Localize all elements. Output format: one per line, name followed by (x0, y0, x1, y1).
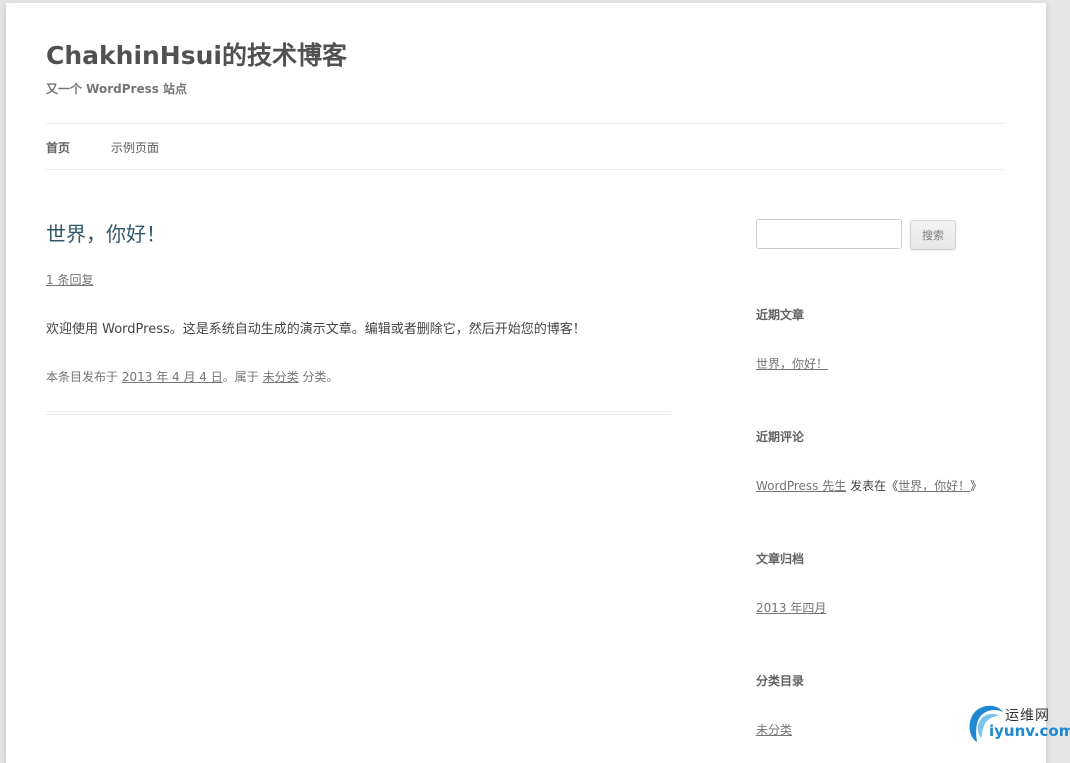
meta-mid: 。属于 (222, 370, 259, 384)
search-input[interactable] (756, 219, 902, 249)
post-category-link[interactable]: 未分类 (263, 370, 299, 384)
recent-comment: WordPress 先生 发表在《世界，你好！》 (756, 477, 982, 494)
category-link[interactable]: 未分类 (756, 721, 792, 738)
comment-post-link[interactable]: 世界，你好！ (898, 479, 970, 493)
comment-close: 》 (970, 479, 983, 493)
post-content: 欢迎使用 WordPress。这是系统自动生成的演示文章。编辑或者删除它，然后开… (46, 322, 586, 337)
post-title: 世界，你好！ (46, 218, 166, 247)
post-date-link[interactable]: 2013 年 4 月 4 日 (122, 370, 223, 384)
comment-connector: 发表在《 (850, 479, 899, 493)
watermark-logo: 运维网 iyunv.com (965, 702, 1070, 744)
recent-post-link[interactable]: 世界，你好！ (756, 355, 828, 372)
widget-title-recent-comments: 近期评论 (756, 430, 805, 444)
widget-title-recent-posts: 近期文章 (756, 308, 805, 322)
nav-item-sample-page[interactable]: 示例页面 (111, 139, 159, 156)
post-title-link[interactable]: 世界，你好！ (46, 222, 166, 246)
nav-item-home[interactable]: 首页 (46, 139, 70, 156)
archive-link[interactable]: 2013 年四月 (756, 599, 826, 616)
post-meta: 本条目发布于 2013 年 4 月 4 日。属于 未分类 分类。 (46, 368, 338, 385)
meta-suffix: 分类。 (302, 370, 339, 384)
search-button[interactable]: 搜索 (910, 220, 956, 250)
comment-author-link[interactable]: WordPress 先生 (756, 479, 846, 493)
widget-title-archives: 文章归档 (756, 552, 805, 566)
site-description: 又一个 WordPress 站点 (46, 82, 188, 96)
page-container: ChakhinHsui的技术博客 又一个 WordPress 站点 首页 示例页… (6, 3, 1046, 763)
site-title[interactable]: ChakhinHsui的技术博客 (46, 36, 347, 72)
watermark-bottom-text: iyunv.com (989, 722, 1070, 740)
widget-title-categories: 分类目录 (756, 674, 805, 688)
meta-prefix: 本条目发布于 (46, 370, 119, 384)
main-navigation: 首页 示例页面 (46, 123, 1006, 170)
comments-link[interactable]: 1 条回复 (46, 271, 93, 288)
post-divider (46, 411, 670, 415)
